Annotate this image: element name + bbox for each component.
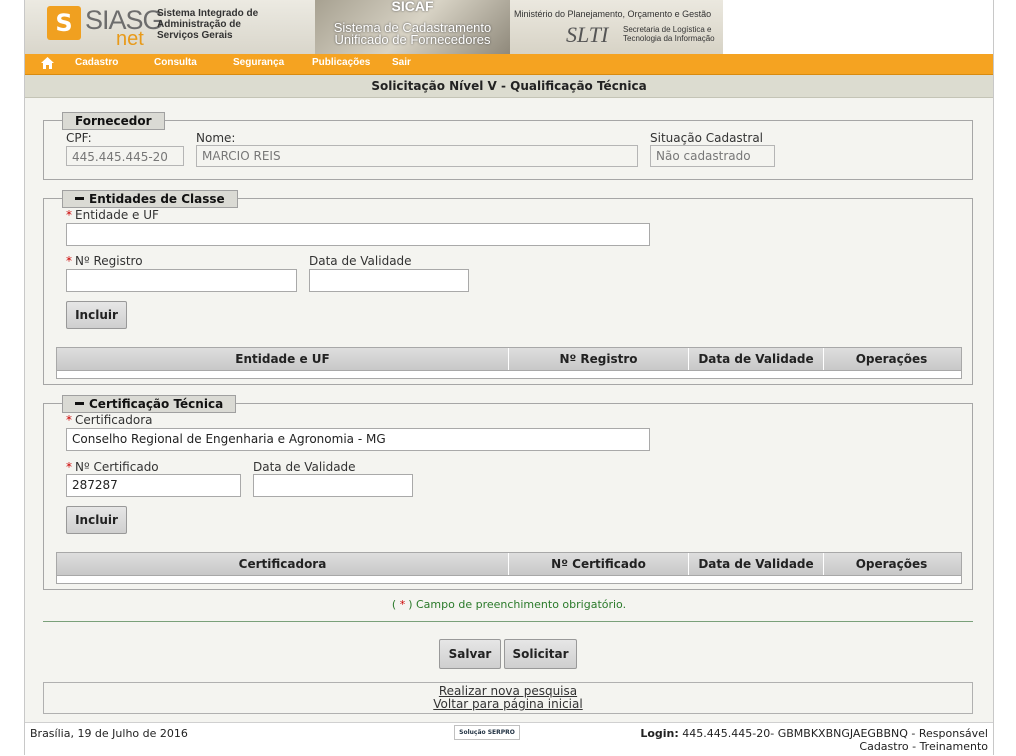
required-note: ( *) Campo de preenchimento obrigatório.	[391, 598, 627, 611]
system-description: Sistema Integrado de Administração de Se…	[157, 8, 259, 41]
col-operacoes[interactable]: Operações	[824, 348, 959, 370]
nav-publicacoes[interactable]: Publicações	[312, 57, 370, 68]
cert-validade-label: Data de Validade	[253, 460, 356, 474]
nav-seguranca[interactable]: Segurança	[233, 57, 284, 68]
certificacao-legend[interactable]: Certificação Técnica	[62, 395, 237, 413]
col-certificado[interactable]: Nº Certificado	[509, 553, 689, 575]
certificado-input[interactable]: 287287	[66, 474, 241, 497]
divider	[43, 621, 973, 622]
cert-validade-input[interactable]	[253, 474, 413, 497]
col-registro[interactable]: Nº Registro	[509, 348, 689, 370]
salvar-button[interactable]: Salvar	[439, 639, 501, 669]
certificacao-table: Certificadora Nº Certificado Data de Val…	[56, 552, 962, 584]
solicitar-button[interactable]: Solicitar	[504, 639, 577, 669]
ministry-area: Ministério do Planejamento, Orçamento e …	[510, 0, 724, 54]
siasg-logo-net: net	[116, 28, 144, 50]
col-cert-validade[interactable]: Data de Validade	[689, 553, 824, 575]
ministry-name: Ministério do Planejamento, Orçamento e …	[514, 9, 712, 19]
col-entidade-uf[interactable]: Entidade e UF	[57, 348, 509, 370]
fornecedor-fieldset: Fornecedor CPF: 445.445.445-20 Nome: MAR…	[43, 112, 973, 180]
siasg-logo-icon: S	[47, 6, 81, 40]
certificadora-label: * Certificadora	[66, 413, 153, 427]
cpf-field[interactable]: 445.445.445-20	[66, 146, 184, 166]
nav-cadastro[interactable]: Cadastro	[75, 57, 118, 68]
banner-blank	[723, 0, 993, 54]
serpro-logo: Solução SERPRO	[454, 725, 520, 740]
voltar-link[interactable]: Voltar para página inicial	[44, 698, 972, 711]
col-certificadora[interactable]: Certificadora	[57, 553, 509, 575]
slti-logo: SLTI	[566, 22, 609, 47]
slti-description: Secretaria de Logística e Tecnologia da …	[623, 25, 715, 43]
login-info: Login: 445.445.445-20- GBMBKXBNGJAEGBBNQ…	[640, 727, 988, 753]
entidades-fieldset: Entidades de Classe * Entidade e UF * Nº R…	[43, 190, 973, 385]
situacao-field[interactable]: Não cadastrado	[650, 145, 775, 167]
nav-consulta[interactable]: Consulta	[154, 57, 197, 68]
sicaf-title: SICAF	[391, 0, 434, 14]
home-icon[interactable]	[40, 57, 54, 71]
sicaf-subtitle: Sistema de Cadastramento Unificado de Fo…	[333, 20, 492, 47]
certificadora-input[interactable]: Conselho Regional de Engenharia e Agrono…	[66, 428, 650, 451]
footer-date: Brasília, 19 de Julho de 2016	[30, 727, 188, 740]
nav-sair[interactable]: Sair	[392, 57, 411, 68]
certificacao-fieldset: Certificação Técnica * Certificadora Cons…	[43, 395, 973, 590]
fornecedor-legend: Fornecedor	[62, 112, 165, 130]
entidades-table: Entidade e UF Nº Registro Data de Valida…	[56, 347, 962, 379]
entidades-table-header: Entidade e UF Nº Registro Data de Valida…	[57, 348, 961, 371]
certificacao-table-header: Certificadora Nº Certificado Data de Val…	[57, 553, 961, 576]
entidade-uf-input[interactable]	[66, 223, 650, 246]
col-validade[interactable]: Data de Validade	[689, 348, 824, 370]
registro-label: * Nº Registro	[66, 254, 143, 268]
cert-incluir-button[interactable]: Incluir	[66, 506, 127, 534]
page-title-bar: Solicitação Nível V - Qualificação Técni…	[25, 75, 993, 98]
entidades-legend[interactable]: Entidades de Classe	[62, 190, 238, 208]
entidade-validade-label: Data de Validade	[309, 254, 412, 268]
entidade-label: * Entidade e UF	[66, 208, 159, 222]
header-banner: S SIASG net Sistema Integrado de Adminis…	[25, 0, 993, 54]
sicaf-banner: SICAF Sistema de Cadastramento Unificado…	[315, 0, 510, 54]
certificado-label: * Nº Certificado	[66, 460, 159, 474]
navigation-links: Realizar nova pesquisa Voltar para págin…	[43, 682, 973, 714]
siasg-logo-area: S SIASG net Sistema Integrado de Adminis…	[25, 0, 316, 54]
footer: Brasília, 19 de Julho de 2016 Solução SE…	[25, 722, 993, 756]
col-cert-operacoes[interactable]: Operações	[824, 553, 959, 575]
main-nav: Cadastro Consulta Segurança Publicações …	[25, 54, 993, 75]
registro-input[interactable]	[66, 269, 297, 292]
cpf-label: CPF:	[66, 131, 92, 145]
page-title: Solicitação Nível V - Qualificação Técni…	[371, 79, 647, 93]
nome-label: Nome:	[196, 131, 236, 145]
collapse-icon	[75, 402, 84, 405]
page-frame: S SIASG net Sistema Integrado de Adminis…	[24, 0, 994, 756]
nome-field[interactable]: MARCIO REIS	[196, 145, 638, 167]
collapse-icon	[75, 197, 84, 200]
entidade-validade-input[interactable]	[309, 269, 469, 292]
situacao-label: Situação Cadastral	[650, 131, 764, 145]
entidade-incluir-button[interactable]: Incluir	[66, 301, 127, 329]
